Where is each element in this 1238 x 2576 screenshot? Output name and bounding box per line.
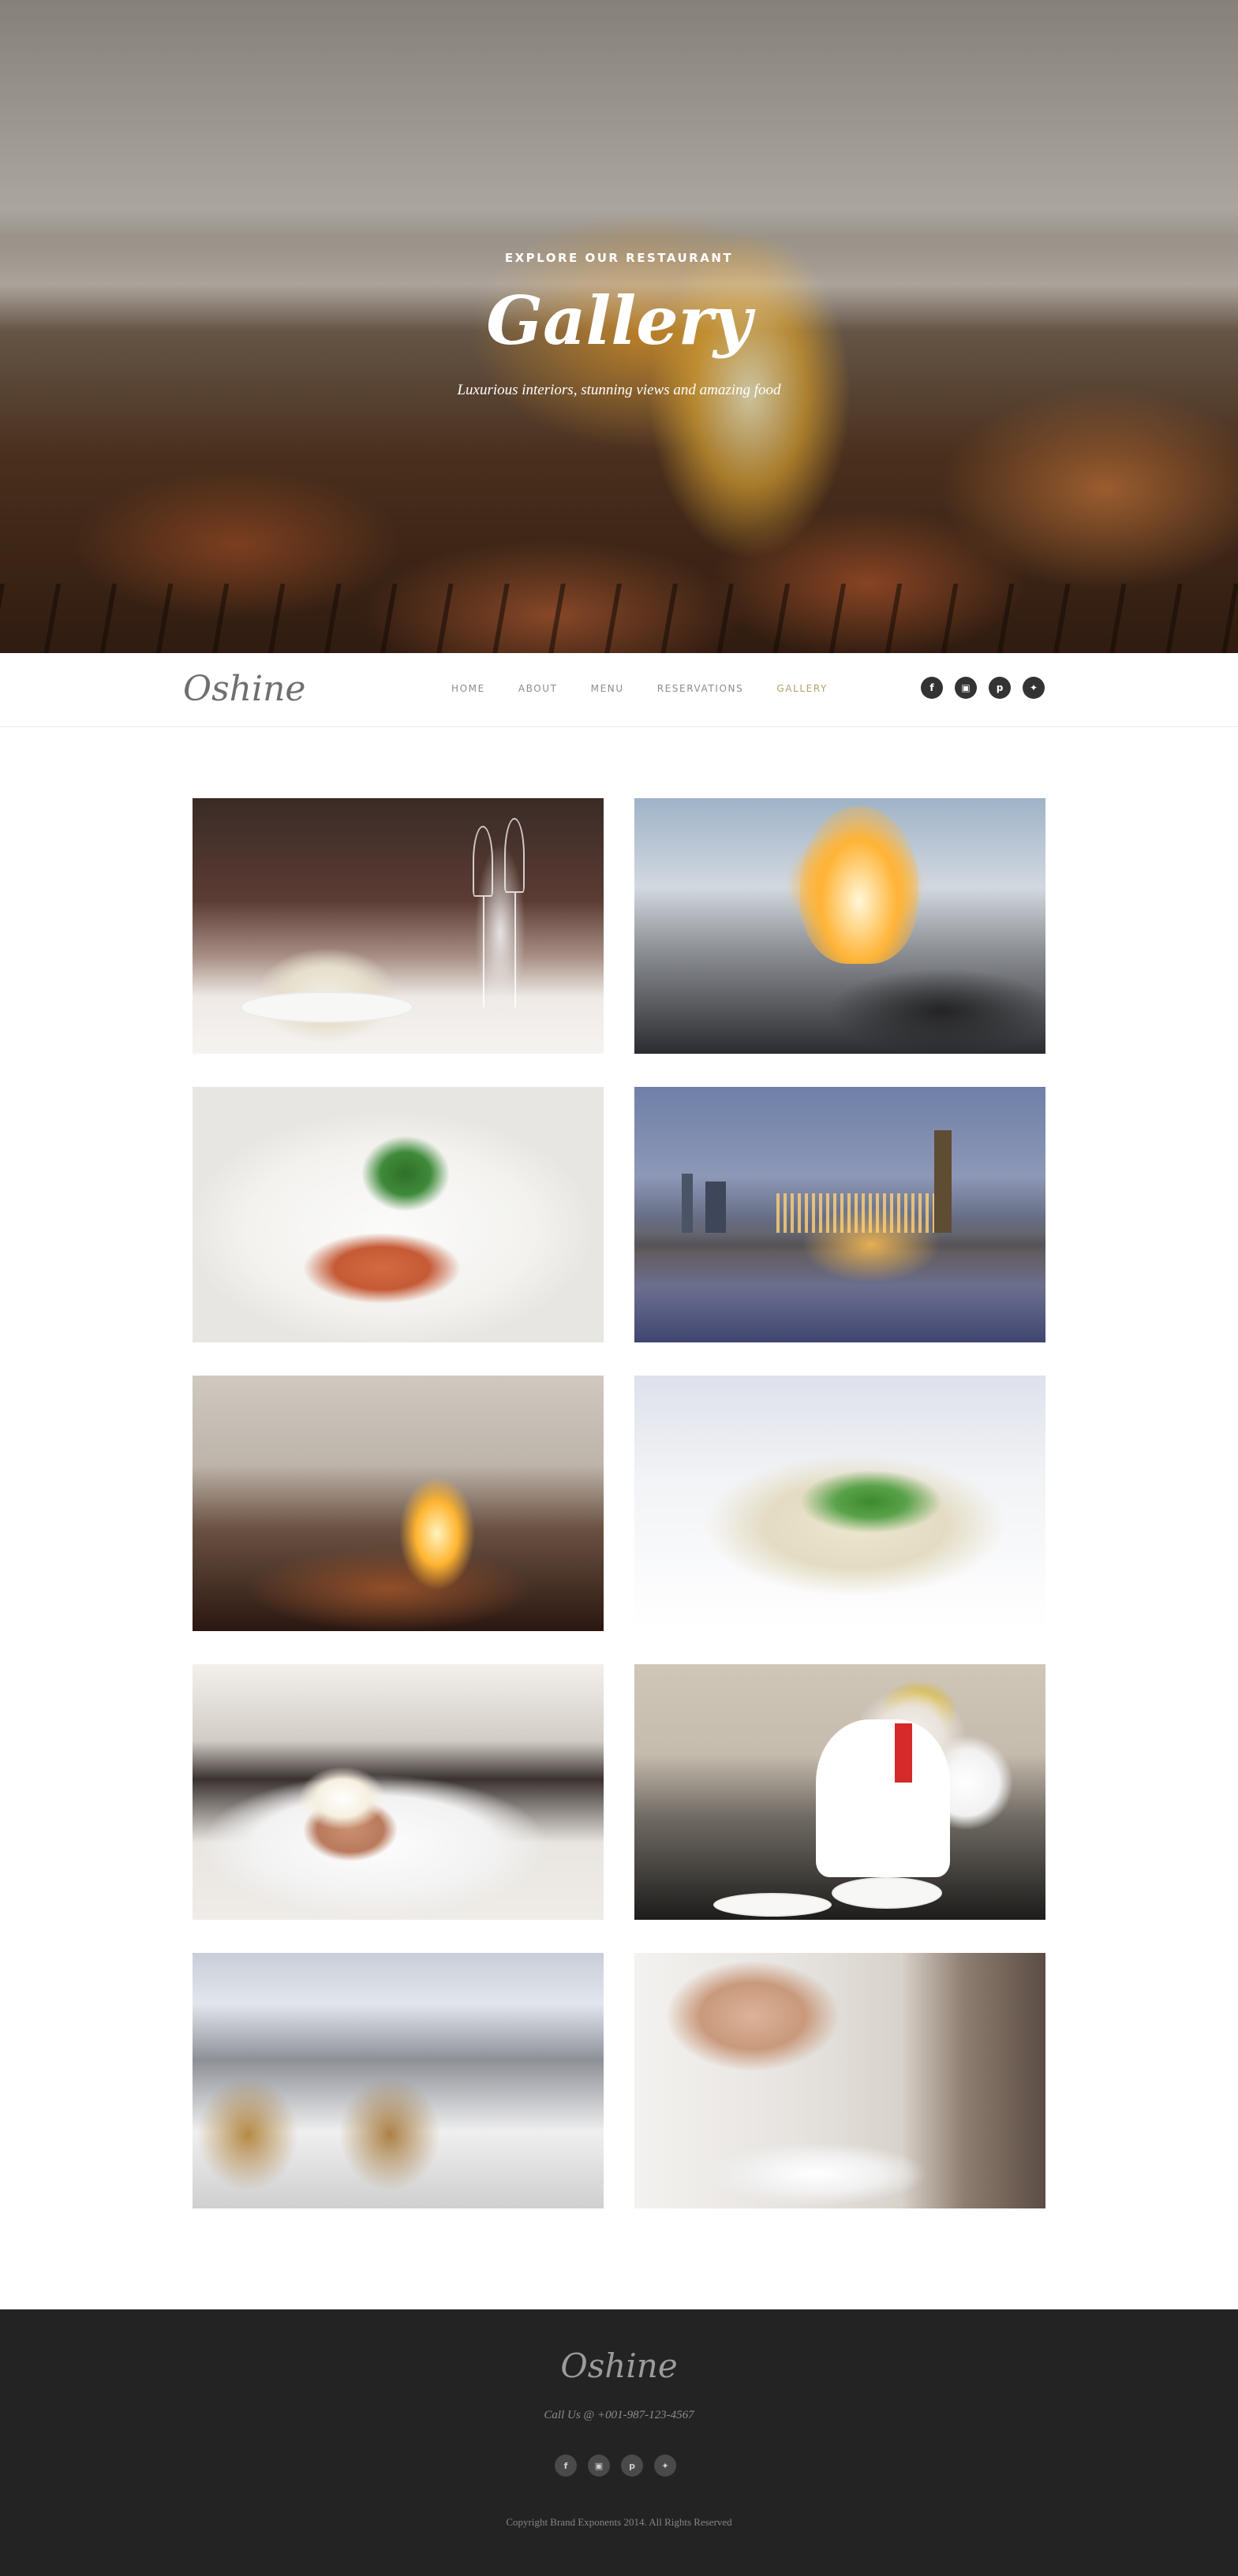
chef-cooking-photo[interactable]	[634, 1664, 1045, 1920]
facebook-icon[interactable]: f	[555, 2455, 577, 2477]
plate-shape	[240, 991, 413, 1023]
gallery-image	[193, 1087, 604, 1342]
main-menu: HOME ABOUT MENU RESERVATIONS GALLERY	[451, 683, 861, 694]
menu-item-gallery[interactable]: GALLERY	[776, 683, 828, 694]
facebook-icon[interactable]: f	[921, 677, 943, 699]
grill-fire-photo[interactable]	[193, 1376, 604, 1631]
wine-glass-shape	[504, 818, 525, 893]
clock-tower-shape	[934, 1130, 952, 1233]
site-footer: Oshine Call Us @ +001-987-123-4567 f ▣ p…	[0, 2309, 1238, 2576]
footer-phone: Call Us @ +001-987-123-4567	[544, 2409, 694, 2421]
chef-scarf-shape	[895, 1723, 912, 1783]
hero-grill-bars	[0, 584, 1238, 653]
wine-glass-shape	[473, 826, 493, 897]
restaurant-tables-photo[interactable]	[193, 1953, 604, 2208]
gallery-image	[634, 1376, 1045, 1631]
carpaccio-plate-photo[interactable]	[634, 1376, 1045, 1631]
glass-stem-shape	[514, 893, 516, 1007]
gallery-image	[193, 1376, 604, 1631]
footer-logo[interactable]: Oshine	[0, 2344, 1238, 2388]
dessert-plate-photo[interactable]	[193, 1664, 604, 1920]
header-social-links: f ▣ p ✦	[921, 677, 1045, 699]
page-title: Gallery	[486, 282, 752, 360]
footer-copyright: Copyright Brand Exponents 2014. All Righ…	[506, 2516, 732, 2528]
hero-eyebrow: EXPLORE OUR RESTAURANT	[504, 251, 734, 265]
london-night-photo[interactable]	[634, 1087, 1045, 1342]
palace-lights-shape	[776, 1193, 934, 1233]
site-logo[interactable]: Oshine	[183, 667, 305, 711]
gallery-image	[193, 1664, 604, 1920]
pinterest-icon[interactable]: p	[989, 677, 1011, 699]
instagram-icon[interactable]: ▣	[955, 677, 977, 699]
flame-shape	[800, 806, 918, 964]
plate-shape	[832, 1877, 942, 1909]
building-shape	[682, 1174, 693, 1233]
twitter-icon[interactable]: ✦	[1023, 677, 1045, 699]
main-navbar: Oshine HOME ABOUT MENU RESERVATIONS GALL…	[0, 653, 1238, 727]
salad-plate-photo[interactable]	[193, 1087, 604, 1342]
footer-social-links: f ▣ p ✦	[555, 2455, 676, 2477]
menu-item-menu[interactable]: MENU	[591, 683, 624, 694]
plate-shape	[713, 1893, 832, 1917]
instagram-icon[interactable]: ▣	[588, 2455, 610, 2477]
gallery-image	[193, 1953, 604, 2208]
pinterest-icon[interactable]: p	[621, 2455, 643, 2477]
twitter-icon[interactable]: ✦	[654, 2455, 676, 2477]
gallery-image	[634, 1953, 1045, 2208]
table-setting-photo[interactable]	[193, 798, 604, 1054]
chef-jacket-shape	[816, 1719, 950, 1877]
building-shape	[705, 1182, 726, 1233]
flambe-pan-photo[interactable]	[634, 798, 1045, 1054]
hero-banner: EXPLORE OUR RESTAURANT Gallery Luxurious…	[0, 0, 1238, 653]
chef-seasoning-photo[interactable]	[634, 1953, 1045, 2208]
menu-item-about[interactable]: ABOUT	[518, 683, 558, 694]
glass-stem-shape	[483, 897, 484, 1007]
menu-item-reservations[interactable]: RESERVATIONS	[657, 683, 744, 694]
hero-subtitle: Luxurious interiors, stunning views and …	[457, 382, 781, 398]
menu-item-home[interactable]: HOME	[451, 683, 485, 694]
